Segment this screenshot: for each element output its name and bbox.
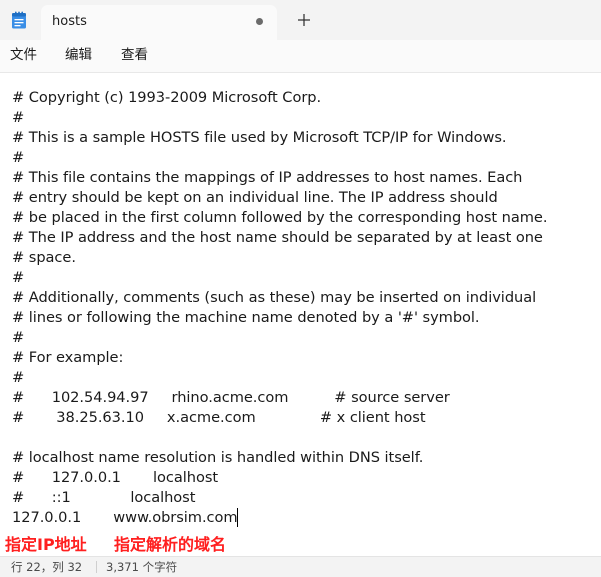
doc-line: # lines or following the machine name de… <box>12 309 480 326</box>
annotation-ip-label: 指定IP地址 <box>5 535 87 554</box>
doc-line: # space. <box>12 249 76 266</box>
text-editor[interactable]: # Copyright (c) 1993-2009 Microsoft Corp… <box>0 73 601 552</box>
menu-view[interactable]: 查看 <box>121 47 148 64</box>
tab-hosts[interactable]: hosts <box>41 5 277 40</box>
text-caret <box>237 508 238 527</box>
doc-line: # be placed in the first column followed… <box>12 209 548 226</box>
annotation-domain-label: 指定解析的域名 <box>114 535 227 554</box>
new-tab-plus-icon[interactable] <box>296 12 312 28</box>
doc-line: 127.0.0.1 www.obrsim.com <box>12 509 238 526</box>
status-bar: 行 22，列 32 3,371 个字符 <box>0 556 601 577</box>
doc-line: # 102.54.94.97 rhino.acme.com # source s… <box>12 389 450 406</box>
doc-line: # Additionally, comments (such as these)… <box>12 289 537 306</box>
doc-line: # ::1 localhost <box>12 489 196 506</box>
doc-line: # 127.0.0.1 localhost <box>12 469 219 486</box>
notepad-icon <box>12 11 26 29</box>
doc-line: # <box>12 329 25 346</box>
doc-line: # <box>12 109 25 126</box>
menu-bar: 文件 编辑 查看 <box>0 40 601 73</box>
status-divider <box>96 561 97 573</box>
doc-line: # <box>12 369 25 386</box>
tab-title: hosts <box>52 14 87 29</box>
doc-line: # <box>12 149 25 166</box>
cursor-position[interactable]: 行 22，列 32 <box>11 560 82 574</box>
doc-line: # entry should be kept on an individual … <box>12 189 498 206</box>
doc-line: # This is a sample HOSTS file used by Mi… <box>12 129 507 146</box>
doc-line: # 38.25.63.10 x.acme.com # x client host <box>12 409 426 426</box>
doc-line: # The IP address and the host name shoul… <box>12 229 543 246</box>
doc-line: # Copyright (c) 1993-2009 Microsoft Corp… <box>12 89 322 106</box>
doc-line: # For example: <box>12 349 124 366</box>
character-count: 3,371 个字符 <box>106 560 178 574</box>
doc-line: # This file contains the mappings of IP … <box>12 169 523 186</box>
menu-file[interactable]: 文件 <box>10 47 37 64</box>
unsaved-dot-icon[interactable] <box>256 18 263 25</box>
menu-edit[interactable]: 编辑 <box>65 47 92 64</box>
doc-line: # localhost name resolution is handled w… <box>12 449 424 466</box>
doc-line: # <box>12 269 25 286</box>
tab-bar: hosts <box>0 0 601 40</box>
